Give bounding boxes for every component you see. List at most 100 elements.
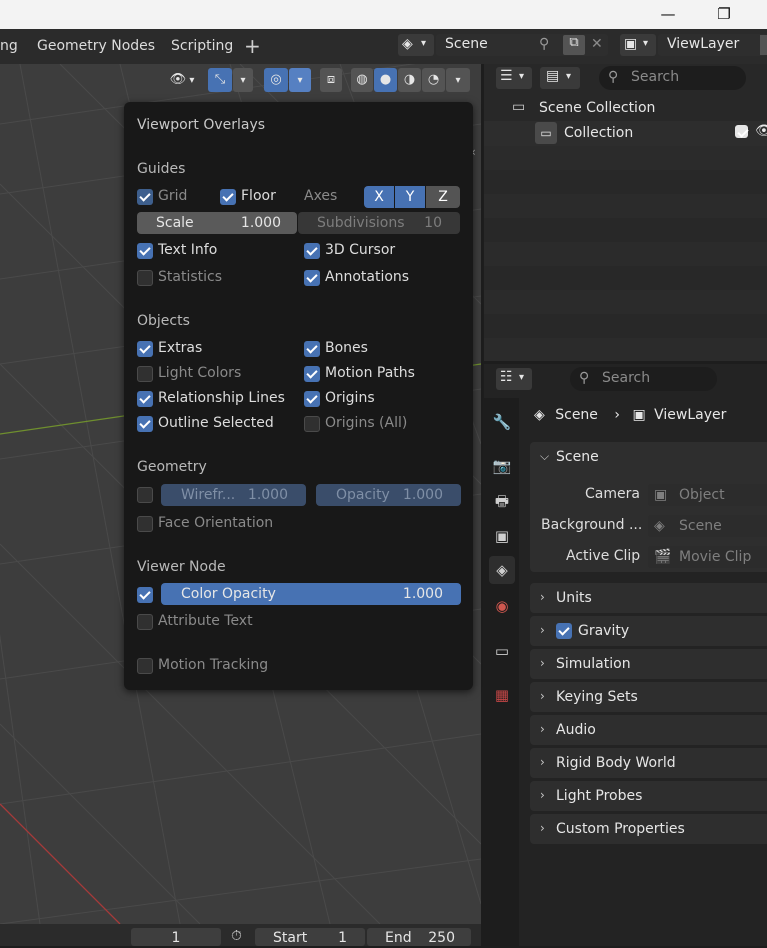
outliner-empty-row [484, 146, 767, 170]
axis-z-toggle[interactable]: Z [426, 186, 460, 208]
motion-tracking-checkbox[interactable] [137, 658, 153, 674]
scene-tab-icon[interactable]: ◈ [489, 556, 515, 584]
wireframe-opacity-field[interactable]: Opacity 1.000 [316, 484, 461, 506]
maximize-button[interactable]: ❐ [701, 0, 747, 29]
origins-checkbox[interactable] [304, 391, 320, 407]
properties-editor-type-button[interactable]: ☷ ▾ [496, 368, 532, 390]
scene-name-field[interactable]: Scene ⚲ ⧉ ✕ [436, 34, 608, 56]
tab-scripting[interactable]: Scripting [171, 38, 233, 58]
end-frame-field[interactable]: End 250 [367, 928, 471, 946]
audio-panel[interactable]: › Audio [530, 715, 767, 745]
camera-field[interactable]: ▣ Object [648, 484, 767, 506]
outliner-search-input[interactable]: ⚲ Search [599, 66, 746, 90]
visibility-selector-button[interactable]: 👁 ▾ [163, 68, 201, 92]
popover-title: Viewport Overlays [137, 117, 266, 133]
attribute-text-checkbox[interactable] [137, 614, 153, 630]
statistics-checkbox[interactable] [137, 270, 153, 286]
minimize-button[interactable]: — [645, 0, 691, 29]
view-layer-selector-button[interactable]: ▣ ▾ [620, 34, 656, 56]
grid-checkbox[interactable] [137, 189, 153, 205]
new-view-layer-icon[interactable] [760, 35, 767, 55]
floor-checkbox[interactable] [220, 189, 236, 205]
start-frame-field[interactable]: Start 1 [255, 928, 365, 946]
solid-shading-button[interactable]: ● [374, 68, 397, 92]
units-panel[interactable]: › Units [530, 583, 767, 613]
wireframe-shading-button[interactable]: ◍ [351, 68, 373, 92]
pin-icon[interactable]: ⚲ [539, 36, 549, 52]
overlays-toggle-button[interactable]: ◎ [264, 68, 288, 92]
view-layer-name-field[interactable]: ViewLayer [658, 34, 767, 56]
color-opacity-slider[interactable]: Color Opacity 1.000 [161, 583, 461, 605]
tool-tab-icon[interactable]: 🔧 [489, 408, 515, 436]
text-info-checkbox[interactable] [137, 243, 153, 259]
extras-checkbox[interactable] [137, 341, 153, 357]
start-label: Start [273, 930, 308, 946]
new-scene-icon[interactable]: ⧉ [563, 35, 585, 55]
rigid-body-world-panel[interactable]: › Rigid Body World [530, 748, 767, 778]
texture-tab-icon[interactable]: ▦ [489, 681, 515, 709]
xray-toggle-button[interactable]: ⧈ [320, 68, 342, 92]
material-shading-button[interactable]: ◑ [398, 68, 421, 92]
wireframe-checkbox[interactable] [137, 487, 153, 503]
camera-label: Camera [585, 486, 640, 502]
stopwatch-icon[interactable]: ⏱ [231, 928, 242, 944]
world-tab-icon[interactable]: ◉ [489, 592, 515, 620]
relationship-lines-checkbox[interactable] [137, 391, 153, 407]
current-frame-field[interactable]: 1 [131, 928, 221, 946]
gravity-panel[interactable]: › Gravity [530, 616, 767, 646]
axis-x-toggle[interactable]: X [364, 186, 394, 208]
outliner-editor-type-button[interactable]: ☰ ▾ [496, 67, 532, 89]
properties-search-input[interactable]: ⚲ Search [570, 367, 717, 391]
collection-row[interactable]: ▭ Collection 👁 [484, 121, 767, 146]
light-probes-panel[interactable]: › Light Probes [530, 781, 767, 811]
shading-dropdown-button[interactable]: ▾ [446, 68, 470, 92]
active-clip-field[interactable]: 🎬 Movie Clip [648, 546, 767, 568]
motion-paths-checkbox[interactable] [304, 366, 320, 382]
light-colors-checkbox[interactable] [137, 366, 153, 382]
display-mode-button[interactable]: ▤ ▾ [540, 67, 580, 89]
subdivisions-field[interactable]: Subdivisions 10 [298, 212, 460, 234]
background-scene-field[interactable]: ◈ Scene [648, 515, 767, 537]
keying-sets-panel[interactable]: › Keying Sets [530, 682, 767, 712]
units-panel-title: Units [556, 590, 592, 606]
bones-checkbox[interactable] [304, 341, 320, 357]
outline-selected-checkbox[interactable] [137, 416, 153, 432]
bones-label: Bones [325, 340, 368, 356]
gizmo-toggle-button[interactable]: ⤡ [208, 68, 232, 92]
custom-properties-panel[interactable]: › Custom Properties [530, 814, 767, 844]
annotations-checkbox[interactable] [304, 270, 320, 286]
collection-label: Collection [564, 125, 634, 141]
exclude-checkbox[interactable] [735, 125, 748, 138]
chevron-right-icon: › [540, 722, 545, 736]
axes-label: Axes [304, 188, 338, 204]
view-layer-tab-icon[interactable]: ▣ [489, 522, 515, 550]
chevron-down-icon: ▾ [519, 372, 525, 383]
scene-selector-button[interactable]: ◈ ▾ [398, 34, 434, 56]
tab-workspace-partial[interactable]: ng [0, 38, 18, 58]
add-workspace-button[interactable]: + [244, 34, 261, 58]
chevron-down-icon: ▾ [566, 71, 572, 82]
scale-field[interactable]: Scale 1.000 [137, 212, 297, 234]
origins-all-checkbox[interactable] [304, 416, 320, 432]
scene-panel-header[interactable]: ⌵ Scene [530, 442, 767, 472]
chevron-down-icon: ▾ [186, 75, 195, 86]
viewer-node-checkbox[interactable] [137, 587, 153, 603]
display-mode-icon: ▤ [546, 68, 560, 84]
3d-cursor-checkbox[interactable] [304, 243, 320, 259]
gravity-checkbox[interactable] [556, 623, 572, 639]
face-orientation-checkbox[interactable] [137, 516, 153, 532]
output-tab-icon[interactable]: 🖶 [489, 487, 515, 515]
collection-tab-icon[interactable]: ▭ [489, 637, 515, 665]
wireframe-threshold-field[interactable]: Wirefr... 1.000 [161, 484, 306, 506]
overlays-dropdown-button[interactable]: ▾ [289, 68, 311, 92]
scene-collection-row[interactable]: ▭ Scene Collection [484, 96, 767, 121]
eye-icon[interactable]: 👁 [755, 123, 767, 139]
tab-geometry-nodes[interactable]: Geometry Nodes [37, 38, 155, 58]
rendered-shading-button[interactable]: ◔ [422, 68, 445, 92]
wireframe-sphere-icon: ◍ [356, 72, 368, 87]
simulation-panel[interactable]: › Simulation [530, 649, 767, 679]
axis-y-toggle[interactable]: Y [395, 186, 425, 208]
render-tab-icon[interactable]: 📷 [489, 452, 515, 480]
close-icon[interactable]: ✕ [591, 36, 603, 52]
gizmo-dropdown-button[interactable]: ▾ [233, 68, 253, 92]
